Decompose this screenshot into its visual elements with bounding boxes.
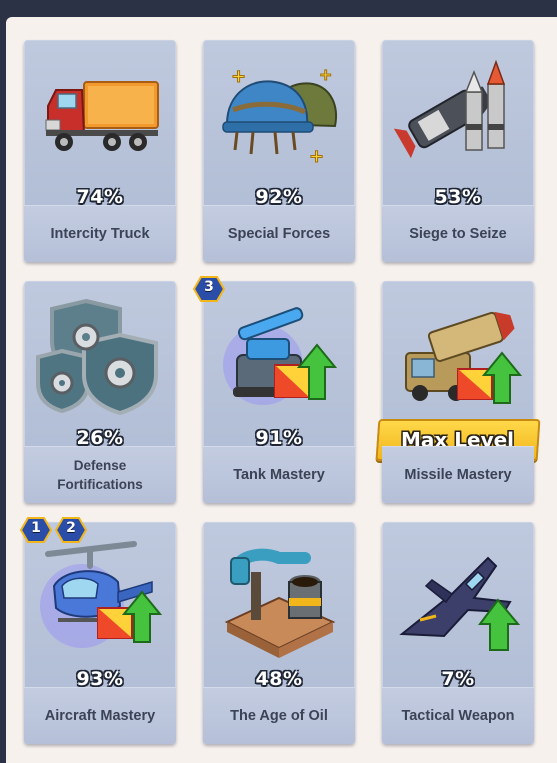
card-name-plate: Intercity Truck bbox=[24, 205, 176, 262]
card-title: Defense Fortifications bbox=[40, 456, 160, 494]
card-title: Aircraft Mastery bbox=[44, 707, 156, 724]
card-intercity-truck[interactable]: 74% Intercity Truck bbox=[24, 40, 176, 262]
card-siege-to-seize[interactable]: 53% Siege to Seize bbox=[382, 40, 534, 262]
level-badge-number: 1 bbox=[31, 520, 41, 536]
card-title: Tank Mastery bbox=[233, 466, 325, 483]
card-the-age-of-oil[interactable]: 48% The Age of Oil bbox=[203, 522, 355, 744]
card-title: Tactical Weapon bbox=[401, 707, 515, 724]
card-title: Intercity Truck bbox=[50, 225, 150, 242]
card-name-plate: The Age of Oil bbox=[203, 687, 355, 744]
card-name-plate: Tank Mastery bbox=[203, 446, 355, 503]
svg-text:+: + bbox=[319, 65, 332, 84]
card-aircraft-mastery[interactable]: 1 2 93% Aircraft Mastery bbox=[20, 517, 176, 744]
card-name-plate: Special Forces bbox=[203, 205, 355, 262]
tank-upgrade-icon bbox=[223, 307, 338, 405]
level-badge-number: 2 bbox=[66, 520, 76, 536]
missile-launcher-upgrade-icon bbox=[405, 311, 523, 404]
card-name-plate: Tactical Weapon bbox=[382, 687, 534, 744]
card-title-line: Fortifications bbox=[57, 477, 143, 492]
helmets-icon: + + + bbox=[222, 65, 337, 168]
card-title: Special Forces bbox=[227, 225, 331, 242]
card-title: Missile Mastery bbox=[404, 466, 512, 483]
card-name-plate: Siege to Seize bbox=[382, 205, 534, 262]
card-name-plate: Missile Mastery bbox=[382, 446, 534, 503]
truck-icon bbox=[45, 81, 159, 151]
svg-text:+: + bbox=[231, 66, 246, 87]
card-defense-fortifications[interactable]: 26% Defense Fortifications bbox=[24, 281, 176, 503]
svg-text:+: + bbox=[309, 146, 324, 167]
card-tank-mastery[interactable]: 3 91% Tank Mastery bbox=[193, 276, 355, 503]
card-name-plate: Aircraft Mastery bbox=[24, 687, 176, 744]
oil-pump-icon bbox=[224, 548, 336, 658]
jet-fighter-icon bbox=[399, 556, 521, 651]
card-title: The Age of Oil bbox=[230, 707, 328, 724]
card-title-line: Defense bbox=[73, 458, 127, 473]
helicopter-upgrade-icon bbox=[40, 541, 163, 648]
research-panel: 74% Intercity Truck + + + 92% Special Fo… bbox=[6, 17, 557, 763]
card-name-plate: Defense Fortifications bbox=[24, 446, 176, 503]
card-tactical-weapon[interactable]: 7% Tactical Weapon bbox=[382, 522, 534, 744]
missiles-icon bbox=[393, 59, 506, 159]
card-title: Siege to Seize bbox=[409, 225, 507, 242]
card-special-forces[interactable]: + + + 92% Special Forces bbox=[203, 40, 355, 262]
shields-gear-icon bbox=[36, 298, 158, 416]
level-badge-number: 3 bbox=[204, 279, 214, 295]
card-missile-mastery[interactable]: Max Level Missile Mastery bbox=[375, 281, 541, 503]
